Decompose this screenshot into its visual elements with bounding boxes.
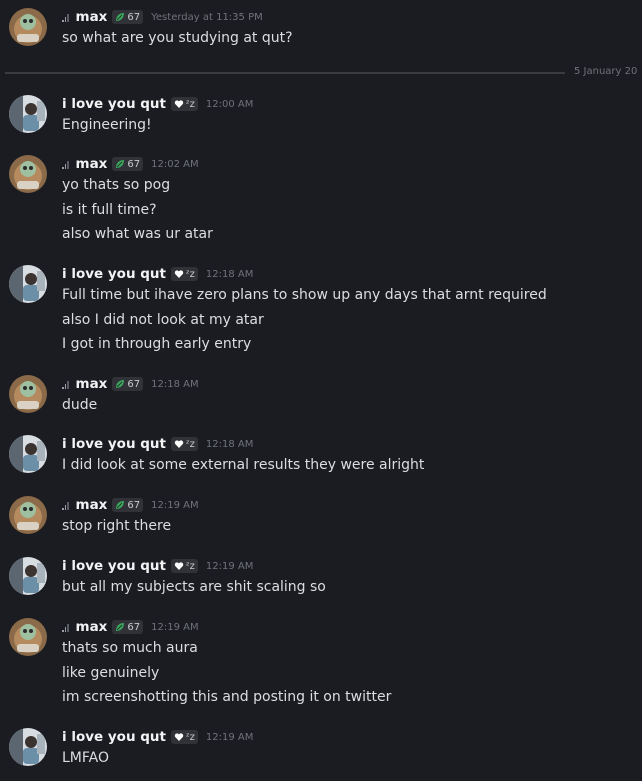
username[interactable]: i love you qut bbox=[62, 729, 166, 745]
message-text: I did look at some external results they… bbox=[62, 457, 425, 473]
avatar[interactable] bbox=[9, 496, 47, 534]
message-header: i love you qut ᶻz 12:00 AM bbox=[62, 95, 253, 113]
username[interactable]: i love you qut bbox=[62, 266, 166, 282]
server-tag-label: ᶻz bbox=[186, 560, 195, 572]
server-tag-label: 67 bbox=[127, 621, 141, 633]
signal-icon bbox=[62, 160, 69, 169]
server-tag-label: 67 bbox=[127, 158, 141, 170]
message-timestamp[interactable]: 12:18 AM bbox=[206, 439, 253, 450]
leaf-icon bbox=[115, 500, 125, 510]
leaf-icon bbox=[115, 622, 125, 632]
username[interactable]: max bbox=[76, 497, 108, 513]
server-tag-badge[interactable]: 67 bbox=[112, 10, 144, 24]
username[interactable]: max bbox=[76, 156, 108, 172]
username[interactable]: i love you qut bbox=[62, 96, 166, 112]
server-tag-badge[interactable]: 67 bbox=[112, 498, 144, 512]
message-timestamp[interactable]: 12:19 AM bbox=[206, 732, 253, 743]
message-text: dude bbox=[62, 397, 98, 413]
message-header: max 67 12:18 AM bbox=[62, 375, 199, 393]
avatar[interactable] bbox=[9, 435, 47, 473]
avatar[interactable] bbox=[9, 265, 47, 303]
heart-icon bbox=[174, 732, 184, 742]
avatar[interactable] bbox=[9, 618, 47, 656]
server-tag-label: ᶻz bbox=[186, 268, 195, 280]
message-timestamp[interactable]: 12:18 AM bbox=[206, 269, 253, 280]
message-header: i love you qut ᶻz 12:18 AM bbox=[62, 435, 253, 453]
server-tag-badge[interactable]: 67 bbox=[112, 620, 144, 634]
server-tag-label: ᶻz bbox=[186, 438, 195, 450]
message-text: like genuinely bbox=[62, 664, 160, 681]
message-text: LMFAO bbox=[62, 750, 109, 766]
avatar[interactable] bbox=[9, 728, 47, 766]
heart-icon bbox=[174, 269, 184, 279]
message-text: but all my subjects are shit scaling so bbox=[62, 579, 326, 595]
message-timestamp[interactable]: Yesterday at 11:35 PM bbox=[151, 12, 263, 23]
username[interactable]: i love you qut bbox=[62, 558, 166, 574]
avatar[interactable] bbox=[9, 375, 47, 413]
message-text: Engineering! bbox=[62, 117, 152, 133]
heart-icon bbox=[174, 561, 184, 571]
avatar[interactable] bbox=[9, 155, 47, 193]
message-header: i love you qut ᶻz 12:18 AM bbox=[62, 265, 253, 283]
message-text: I got in through early entry bbox=[62, 336, 252, 352]
avatar[interactable] bbox=[9, 95, 47, 133]
message-timestamp[interactable]: 12:02 AM bbox=[151, 159, 198, 170]
server-tag-badge[interactable]: ᶻz bbox=[171, 437, 198, 451]
message-timestamp[interactable]: 12:19 AM bbox=[151, 500, 198, 511]
signal-icon bbox=[62, 13, 69, 22]
divider-date-label: 5 January 20 bbox=[574, 66, 638, 77]
heart-icon bbox=[174, 439, 184, 449]
message-text: also what was ur atar bbox=[62, 226, 213, 242]
server-tag-badge[interactable]: 67 bbox=[112, 377, 144, 391]
message-text: also I did not look at my atar bbox=[62, 311, 264, 328]
server-tag-label: ᶻz bbox=[186, 98, 195, 110]
signal-icon bbox=[62, 501, 69, 510]
message-header: max 67 12:19 AM bbox=[62, 618, 199, 636]
avatar[interactable] bbox=[9, 8, 47, 46]
message-timestamp[interactable]: 12:19 AM bbox=[206, 561, 253, 572]
heart-icon bbox=[174, 99, 184, 109]
server-tag-badge[interactable]: ᶻz bbox=[171, 267, 198, 281]
avatar[interactable] bbox=[9, 557, 47, 595]
leaf-icon bbox=[115, 379, 125, 389]
message-text: is it full time? bbox=[62, 201, 157, 218]
message-text: thats so much aura bbox=[62, 640, 198, 656]
signal-icon bbox=[62, 380, 69, 389]
message-text: Full time but ihave zero plans to show u… bbox=[62, 287, 547, 303]
message-timestamp[interactable]: 12:00 AM bbox=[206, 99, 253, 110]
message-text: stop right there bbox=[62, 518, 172, 534]
username[interactable]: max bbox=[76, 376, 108, 392]
server-tag-label: 67 bbox=[127, 11, 141, 23]
message-header: max 67 Yesterday at 11:35 PM bbox=[62, 8, 263, 26]
server-tag-badge[interactable]: ᶻz bbox=[171, 559, 198, 573]
message-timestamp[interactable]: 12:19 AM bbox=[151, 622, 198, 633]
leaf-icon bbox=[115, 12, 125, 22]
message-header: i love you qut ᶻz 12:19 AM bbox=[62, 728, 253, 746]
message-header: max 67 12:19 AM bbox=[62, 496, 199, 514]
server-tag-badge[interactable]: 67 bbox=[112, 157, 144, 171]
message-text: im screenshotting this and posting it on… bbox=[62, 689, 392, 705]
username[interactable]: max bbox=[76, 9, 108, 25]
server-tag-label: 67 bbox=[127, 499, 141, 511]
signal-icon bbox=[62, 623, 69, 632]
server-tag-badge[interactable]: ᶻz bbox=[171, 730, 198, 744]
divider-line bbox=[5, 72, 565, 74]
server-tag-badge[interactable]: ᶻz bbox=[171, 97, 198, 111]
message-text: yo thats so pog bbox=[62, 177, 171, 193]
message-text: so what are you studying at qut? bbox=[62, 30, 293, 46]
leaf-icon bbox=[115, 159, 125, 169]
username[interactable]: i love you qut bbox=[62, 436, 166, 452]
server-tag-label: 67 bbox=[127, 378, 141, 390]
message-header: max 67 12:02 AM bbox=[62, 155, 199, 173]
server-tag-label: ᶻz bbox=[186, 731, 195, 743]
message-timestamp[interactable]: 12:18 AM bbox=[151, 379, 198, 390]
message-header: i love you qut ᶻz 12:19 AM bbox=[62, 557, 253, 575]
username[interactable]: max bbox=[76, 619, 108, 635]
